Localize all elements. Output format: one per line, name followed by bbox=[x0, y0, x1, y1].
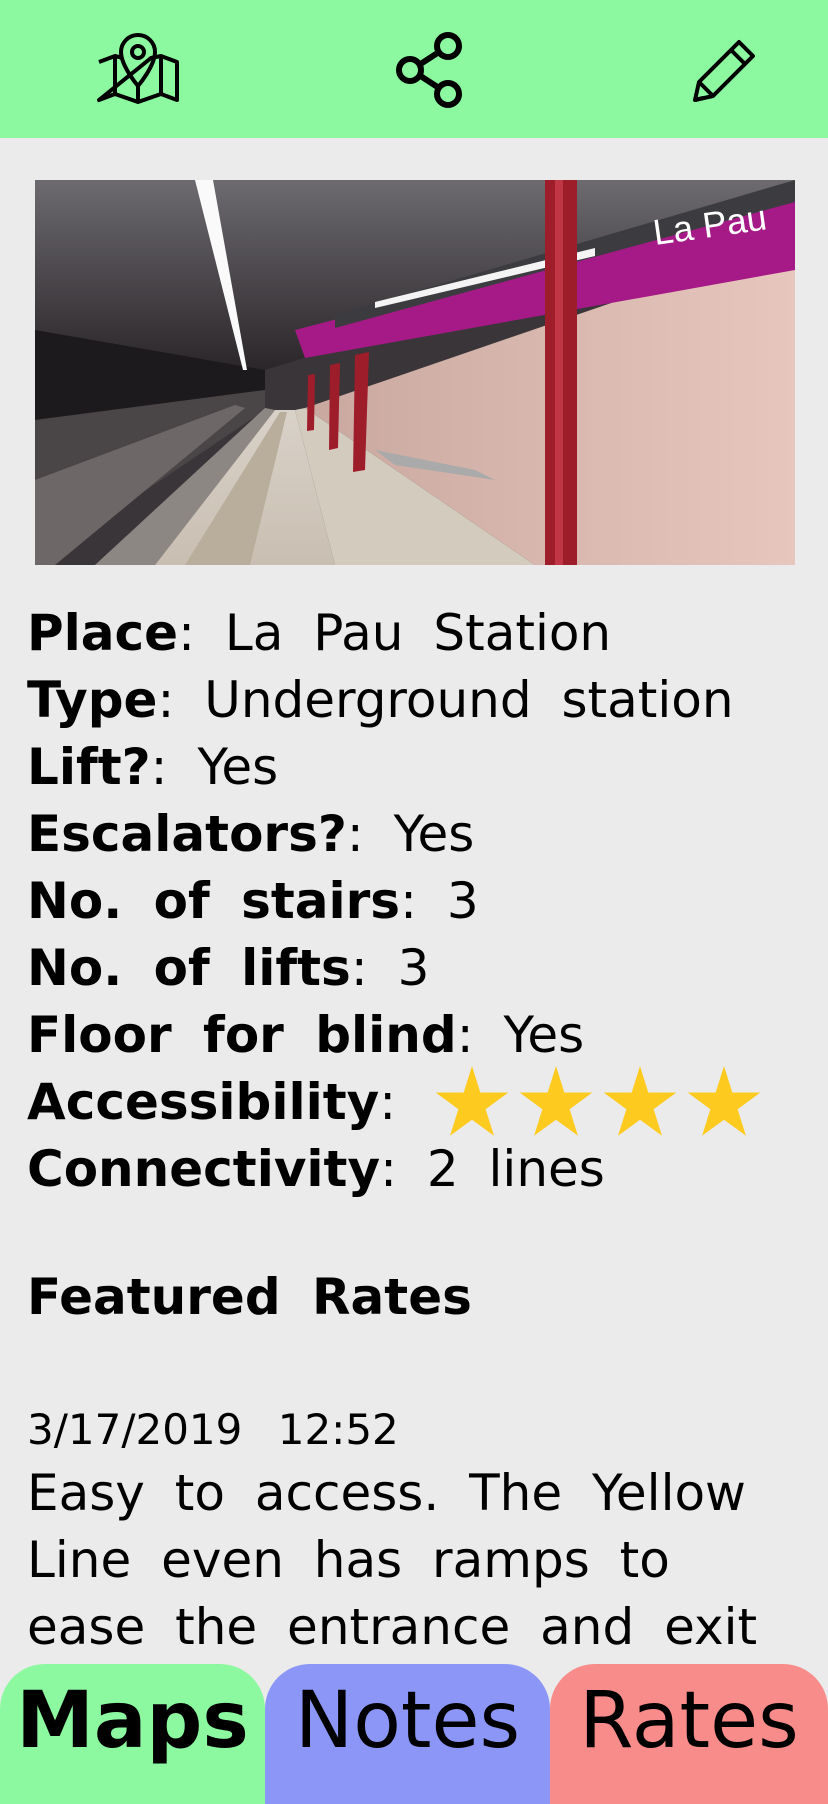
place-row: Place: La Pau Station bbox=[27, 604, 612, 662]
bottom-tab-bar: Maps Notes Rates bbox=[0, 1664, 828, 1804]
featured-rates-heading: Featured Rates bbox=[27, 1268, 472, 1326]
escalators-label: Escalators? bbox=[27, 805, 347, 863]
connectivity-value: 2 lines bbox=[426, 1140, 605, 1198]
lifts-row: No. of lifts: 3 bbox=[27, 939, 430, 997]
tab-maps-label: Maps bbox=[16, 1676, 249, 1766]
star-icon bbox=[435, 1065, 509, 1136]
tab-rates-label: Rates bbox=[579, 1676, 799, 1766]
escalators-row: Escalators?: Yes bbox=[27, 805, 475, 863]
connectivity-label: Connectivity bbox=[27, 1140, 381, 1198]
tab-notes-label: Notes bbox=[294, 1676, 521, 1766]
map-pin-icon[interactable] bbox=[93, 30, 183, 110]
stairs-value: 3 bbox=[446, 872, 479, 930]
review-date: 3/17/2019 bbox=[27, 1405, 243, 1454]
type-label: Type bbox=[27, 671, 158, 729]
review-text: Easy to access. The Yellow Line even has… bbox=[27, 1464, 758, 1656]
floor-blind-row: Floor for blind: Yes bbox=[27, 1006, 585, 1064]
lifts-value: 3 bbox=[397, 939, 430, 997]
accessibility-row: Accessibility: bbox=[27, 1065, 807, 1138]
floor-blind-label: Floor for blind bbox=[27, 1006, 457, 1064]
type-row: Type: Underground station bbox=[27, 671, 734, 729]
star-icon bbox=[687, 1065, 761, 1136]
station-details: Place: La Pau Station Type: Underground … bbox=[27, 600, 807, 1203]
accessibility-label: Accessibility bbox=[27, 1073, 380, 1131]
place-value: La Pau Station bbox=[224, 604, 612, 662]
stairs-row: No. of stairs: 3 bbox=[27, 872, 479, 930]
tab-maps[interactable]: Maps bbox=[0, 1664, 265, 1804]
share-icon[interactable] bbox=[385, 30, 475, 110]
accessibility-star-rating bbox=[434, 1065, 762, 1138]
star-icon bbox=[603, 1065, 677, 1136]
floor-blind-value: Yes bbox=[503, 1006, 585, 1064]
stairs-label: No. of stairs bbox=[27, 872, 401, 930]
lift-label: Lift? bbox=[27, 738, 151, 796]
station-photo: La Pau bbox=[35, 180, 795, 565]
review-timestamp: 3/17/2019 12:52 bbox=[27, 1405, 399, 1454]
pencil-icon[interactable] bbox=[676, 30, 766, 110]
tab-rates[interactable]: Rates bbox=[550, 1664, 828, 1804]
lifts-label: No. of lifts bbox=[27, 939, 351, 997]
place-label: Place bbox=[27, 604, 179, 662]
review-time: 12:52 bbox=[277, 1405, 399, 1454]
lift-value: Yes bbox=[197, 738, 279, 796]
tab-notes[interactable]: Notes bbox=[265, 1664, 550, 1804]
escalators-value: Yes bbox=[393, 805, 475, 863]
top-toolbar bbox=[0, 0, 828, 138]
star-icon bbox=[519, 1065, 593, 1136]
connectivity-row: Connectivity: 2 lines bbox=[27, 1140, 605, 1198]
type-value: Underground station bbox=[204, 671, 734, 729]
lift-row: Lift?: Yes bbox=[27, 738, 279, 796]
